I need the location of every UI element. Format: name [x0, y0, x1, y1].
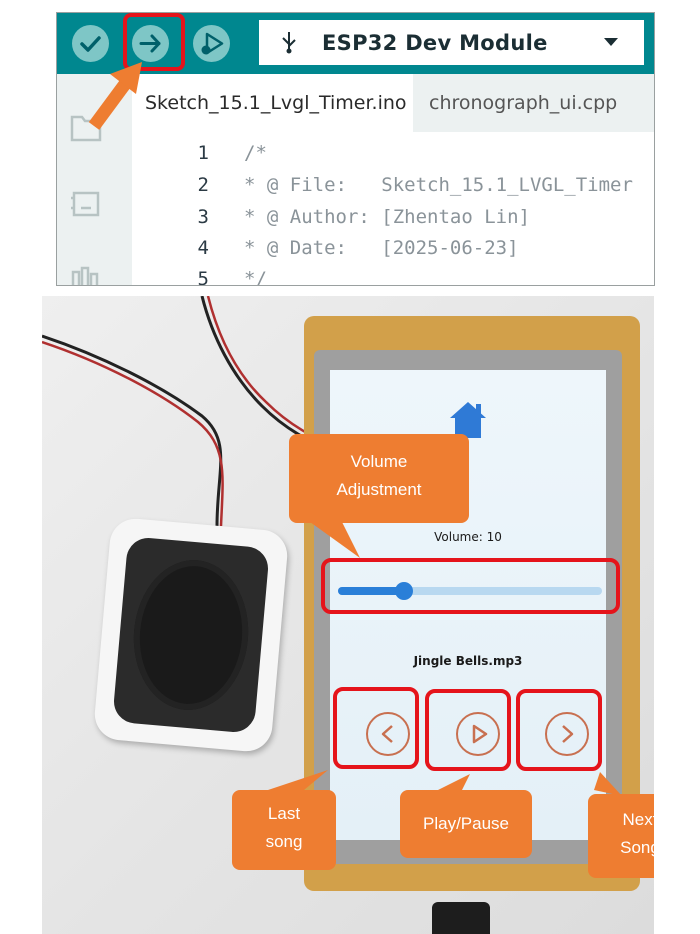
code-text: /* — [244, 142, 267, 164]
code-line: 4 * @ Date: [2025-06-23] — [132, 237, 654, 268]
usb-icon — [282, 32, 296, 54]
debug-icon — [201, 32, 224, 55]
code-line: 1 /* — [132, 142, 654, 173]
code-editor[interactable]: 1 /* 2 * @ File: Sketch_15.1_LVGL_Timer … — [132, 132, 654, 285]
arduino-ide-panel: ESP32 Dev Module Sketch_15.1_Lvgl_Timer.… — [56, 12, 655, 286]
board-selector[interactable]: ESP32 Dev Module — [259, 20, 644, 65]
verify-button[interactable] — [72, 25, 109, 62]
callout-next-song: Next Song — [588, 794, 654, 878]
code-text: * @ Author: [Zhentao Lin] — [244, 206, 530, 228]
code-line: 5 */ — [132, 268, 654, 286]
callout-play-pause: Play/Pause — [400, 790, 532, 858]
tab-bar: Sketch_15.1_Lvgl_Timer.ino chronograph_u… — [132, 74, 654, 132]
code-text: */ — [244, 268, 267, 286]
board-manager-icon[interactable] — [69, 186, 103, 220]
callout-last-song: Last song — [232, 790, 336, 870]
code-line: 3 * @ Author: [Zhentao Lin] — [132, 206, 654, 237]
line-number: 3 — [197, 206, 209, 228]
code-text: * @ Date: [2025-06-23] — [244, 237, 519, 259]
tab-label: Sketch_15.1_Lvgl_Timer.ino — [145, 92, 407, 114]
tab-chronograph[interactable]: chronograph_ui.cpp — [413, 74, 654, 132]
tab-sketch[interactable]: Sketch_15.1_Lvgl_Timer.ino — [132, 74, 413, 132]
pointer-arrow-icon — [88, 62, 142, 130]
tab-label: chronograph_ui.cpp — [429, 92, 618, 114]
code-text: * @ File: Sketch_15.1_LVGL_Timer — [244, 174, 633, 196]
callout-tails — [268, 522, 622, 796]
check-icon — [80, 36, 101, 52]
line-number: 4 — [197, 237, 209, 259]
upload-button-highlight — [123, 13, 185, 71]
device-photo: Volume: 10 Jingle Bells.mp3 Volume Adjus… — [42, 296, 654, 934]
library-manager-icon[interactable] — [69, 264, 103, 286]
line-number: 2 — [197, 174, 209, 196]
callout-volume: Volume Adjustment — [289, 434, 469, 523]
board-name: ESP32 Dev Module — [322, 31, 548, 55]
ide-toolbar: ESP32 Dev Module — [57, 13, 654, 74]
code-line: 2 * @ File: Sketch_15.1_LVGL_Timer — [132, 174, 654, 205]
line-number: 5 — [197, 268, 209, 286]
line-number: 1 — [197, 142, 209, 164]
debug-button[interactable] — [193, 25, 230, 62]
chevron-down-icon — [604, 38, 618, 46]
